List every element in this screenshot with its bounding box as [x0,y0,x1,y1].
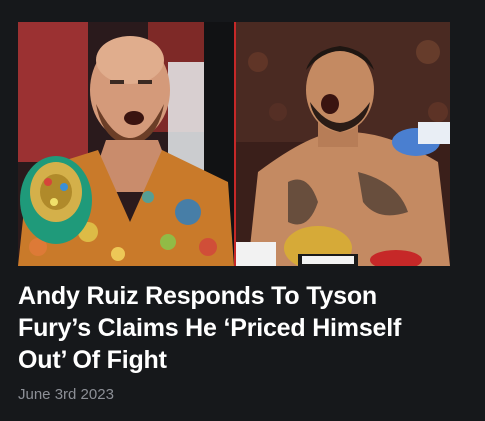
article-thumbnail[interactable] [18,22,450,266]
belt-graphic [20,156,92,244]
right-photo-panel [236,22,450,266]
article-card[interactable]: Andy Ruiz Responds To Tyson Fury’s Claim… [18,22,450,403]
article-thumbnail-image [18,22,450,266]
article-headline[interactable]: Andy Ruiz Responds To Tyson Fury’s Claim… [18,280,450,376]
divider-line [234,22,236,266]
article-date: June 3rd 2023 [18,386,114,403]
left-photo-panel [18,22,234,266]
